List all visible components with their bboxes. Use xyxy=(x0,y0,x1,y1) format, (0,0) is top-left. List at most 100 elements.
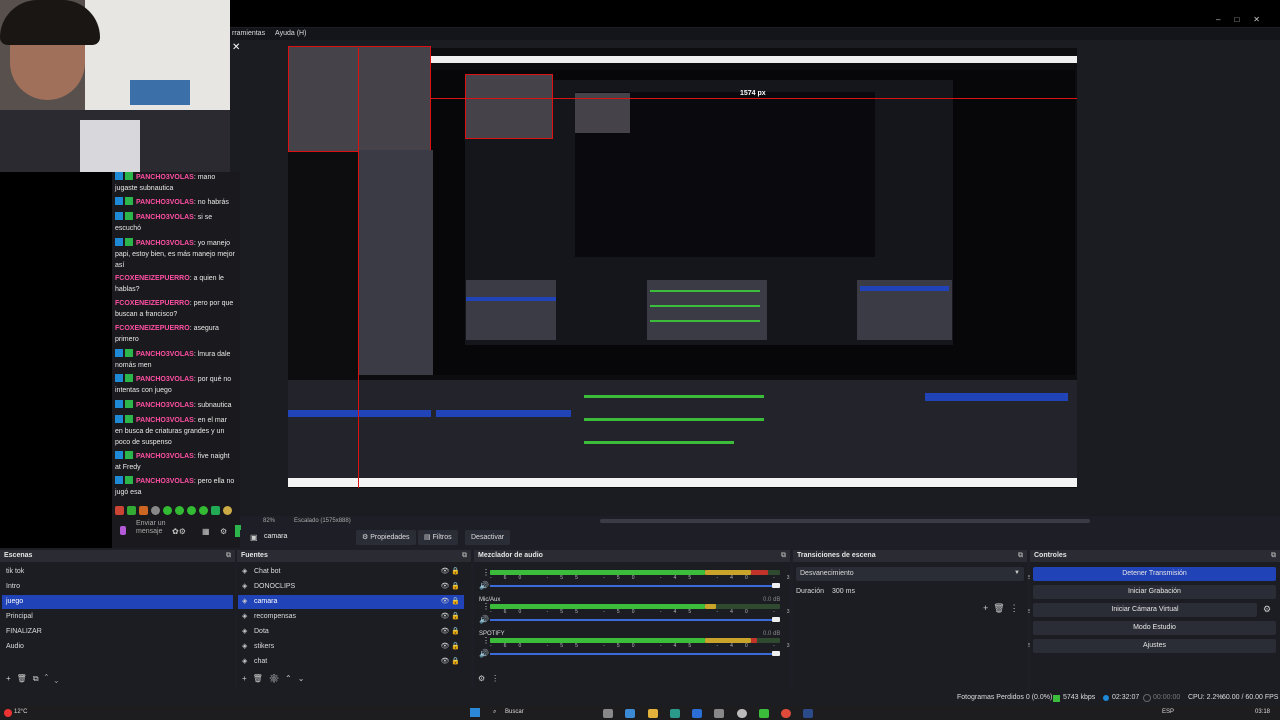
chat-username[interactable]: PANCHO3VOLAS xyxy=(136,402,194,409)
dock-float-icon[interactable]: ⧉ xyxy=(462,550,467,562)
emote-icon[interactable] xyxy=(151,506,160,515)
dock-float-icon[interactable]: ⧉ xyxy=(781,550,786,562)
search-icon[interactable]: ⌕ xyxy=(493,709,496,716)
chat-username[interactable]: PANCHO3VOLAS xyxy=(136,453,194,460)
source-item[interactable]: ◈ Chat bot 👁 🔒 xyxy=(238,565,464,579)
sources-footer[interactable]: +🗑⚙⌃⌄ xyxy=(242,674,310,686)
gear-icon[interactable]: ⚙ xyxy=(1263,604,1271,615)
mixer-volume-fader[interactable] xyxy=(490,653,780,655)
emote-icon[interactable] xyxy=(223,506,232,515)
visibility-lock-icons[interactable]: 👁 🔒 xyxy=(440,640,460,654)
chat-username[interactable]: PANCHO3VOLAS xyxy=(136,199,194,206)
app-icon[interactable] xyxy=(670,709,680,718)
chat-username[interactable]: PANCHO3VOLAS xyxy=(136,174,194,181)
close-icon[interactable]: ✕ xyxy=(232,42,240,53)
scene-item[interactable]: juego xyxy=(2,595,233,609)
zoom-level[interactable]: 82% xyxy=(263,518,275,524)
source-item[interactable]: ◈ Dota 👁 🔒 xyxy=(238,625,464,639)
visibility-lock-icons[interactable]: 👁 🔒 xyxy=(440,595,460,609)
dock-float-icon[interactable]: ⧉ xyxy=(1271,550,1276,562)
emote-icon[interactable] xyxy=(127,506,136,515)
emote-icon[interactable] xyxy=(199,506,208,515)
source-item[interactable]: ◈ chat 👁 🔒 xyxy=(238,655,464,669)
menu-item-tools[interactable]: rramientas xyxy=(232,30,265,37)
app-icon[interactable] xyxy=(759,709,769,718)
emote-icon[interactable] xyxy=(139,506,148,515)
chat-username[interactable]: FCOXENEIZEPUERRO xyxy=(115,325,190,332)
menu-item-help[interactable]: Ayuda (H) xyxy=(275,30,306,37)
input-language[interactable]: ESP xyxy=(1162,709,1174,715)
mixer-volume-fader[interactable] xyxy=(490,585,780,587)
preview-scrollbar[interactable] xyxy=(600,519,1090,523)
chat-username[interactable]: PANCHO3VOLAS xyxy=(136,417,194,424)
start-virtual-cam-button[interactable]: Iniciar Cámara Virtual xyxy=(1033,603,1257,617)
source-item[interactable]: ◈ DONOCLIPS 👁 🔒 xyxy=(238,580,464,594)
chat-username[interactable]: FCOXENEIZEPUERRO xyxy=(115,300,190,307)
emote-icon[interactable] xyxy=(175,506,184,515)
visibility-lock-icons[interactable]: 👁 🔒 xyxy=(440,580,460,594)
scenes-footer[interactable]: +🗑⧉⌃⌄ xyxy=(6,674,64,686)
app-icon[interactable] xyxy=(625,709,635,718)
windows-start-icon[interactable] xyxy=(470,708,480,717)
mixer-kebab-icon[interactable]: ⋮ xyxy=(482,602,490,611)
camera-source-bbox[interactable] xyxy=(288,46,431,152)
chat-username[interactable]: PANCHO3VOLAS xyxy=(136,351,194,358)
visibility-lock-icons[interactable]: 👁 🔒 xyxy=(440,625,460,639)
mic-icon[interactable] xyxy=(120,526,126,535)
chat-gift-icon[interactable]: ▦ xyxy=(202,527,210,536)
gear-icon[interactable]: ⚙ xyxy=(220,527,227,536)
taskview-icon[interactable] xyxy=(603,709,613,718)
mixer-volume-fader[interactable] xyxy=(490,619,780,621)
dock-float-icon[interactable]: ⧉ xyxy=(1018,550,1023,562)
steam-icon[interactable] xyxy=(803,709,813,718)
scene-item[interactable]: FINALIZAR xyxy=(2,625,233,639)
chat-tools-icon[interactable]: ✿⚙ xyxy=(172,527,186,536)
mixer-kebab-icon[interactable]: ⋮ xyxy=(482,636,490,645)
emote-icon[interactable] xyxy=(115,506,124,515)
emote-icon[interactable] xyxy=(187,506,196,515)
mixer-volume-knob[interactable] xyxy=(772,583,780,588)
app-icon[interactable] xyxy=(714,709,724,718)
emote-icon[interactable] xyxy=(163,506,172,515)
scene-item[interactable]: tik tok xyxy=(2,565,233,579)
chat-username[interactable]: PANCHO3VOLAS xyxy=(136,376,194,383)
scale-mode[interactable]: Escalado (1575x888) xyxy=(294,518,351,524)
scene-item[interactable]: Principal xyxy=(2,610,233,624)
mixer-kebab-icon[interactable]: ⋮ xyxy=(482,568,490,577)
speaker-icon[interactable]: 🔊 xyxy=(479,615,489,624)
source-item[interactable]: ◈ recompensas 👁 🔒 xyxy=(238,610,464,624)
chat-username[interactable]: PANCHO3VOLAS xyxy=(136,240,194,247)
chat-username[interactable]: FCOXENEIZEPUERRO xyxy=(115,275,190,282)
scene-item[interactable]: Intro xyxy=(2,580,233,594)
properties-button[interactable]: ⚙ Propiedades xyxy=(356,530,416,545)
visibility-lock-icons[interactable]: 👁 🔒 xyxy=(440,610,460,624)
mixer-volume-knob[interactable] xyxy=(772,617,780,622)
emote-row[interactable] xyxy=(113,504,238,518)
app-icon[interactable] xyxy=(692,709,702,718)
taskbar-search[interactable]: Buscar xyxy=(505,709,524,715)
source-item[interactable]: ◈ camara 👁 🔒 xyxy=(238,595,464,609)
mixer-footer[interactable]: ⚙⋮ xyxy=(478,674,505,686)
visibility-lock-icons[interactable]: 👁 🔒 xyxy=(440,655,460,669)
source-item[interactable]: ◈ stikers 👁 🔒 xyxy=(238,640,464,654)
clock[interactable]: 03:18 xyxy=(1255,709,1270,715)
filters-button[interactable]: ▤ Filtros xyxy=(418,530,458,545)
window-controls[interactable]: –□✕ xyxy=(1216,15,1274,24)
scene-item[interactable]: Audio xyxy=(2,640,233,654)
stop-streaming-button[interactable]: Detener Transmisión xyxy=(1033,567,1276,581)
speaker-icon[interactable]: 🔊 xyxy=(479,581,489,590)
dock-float-icon[interactable]: ⧉ xyxy=(226,550,231,562)
visibility-lock-icons[interactable]: 👁 🔒 xyxy=(440,565,460,579)
obs-icon[interactable] xyxy=(737,709,747,718)
chat-username[interactable]: PANCHO3VOLAS xyxy=(136,214,194,221)
deactivate-button[interactable]: Desactivar xyxy=(465,530,511,545)
chat-username[interactable]: PANCHO3VOLAS xyxy=(136,478,194,485)
transition-select[interactable]: Desvanecimiento ▼ xyxy=(796,567,1024,581)
mixer-volume-knob[interactable] xyxy=(772,651,780,656)
emote-icon[interactable] xyxy=(211,506,220,515)
transition-tools[interactable]: +🗑⋮ xyxy=(983,603,1024,614)
chrome-icon[interactable] xyxy=(781,709,791,718)
start-recording-button[interactable]: Iniciar Grabación xyxy=(1033,585,1276,599)
folder-icon[interactable] xyxy=(648,709,658,718)
duration-input[interactable]: 300 ms xyxy=(828,585,1024,599)
